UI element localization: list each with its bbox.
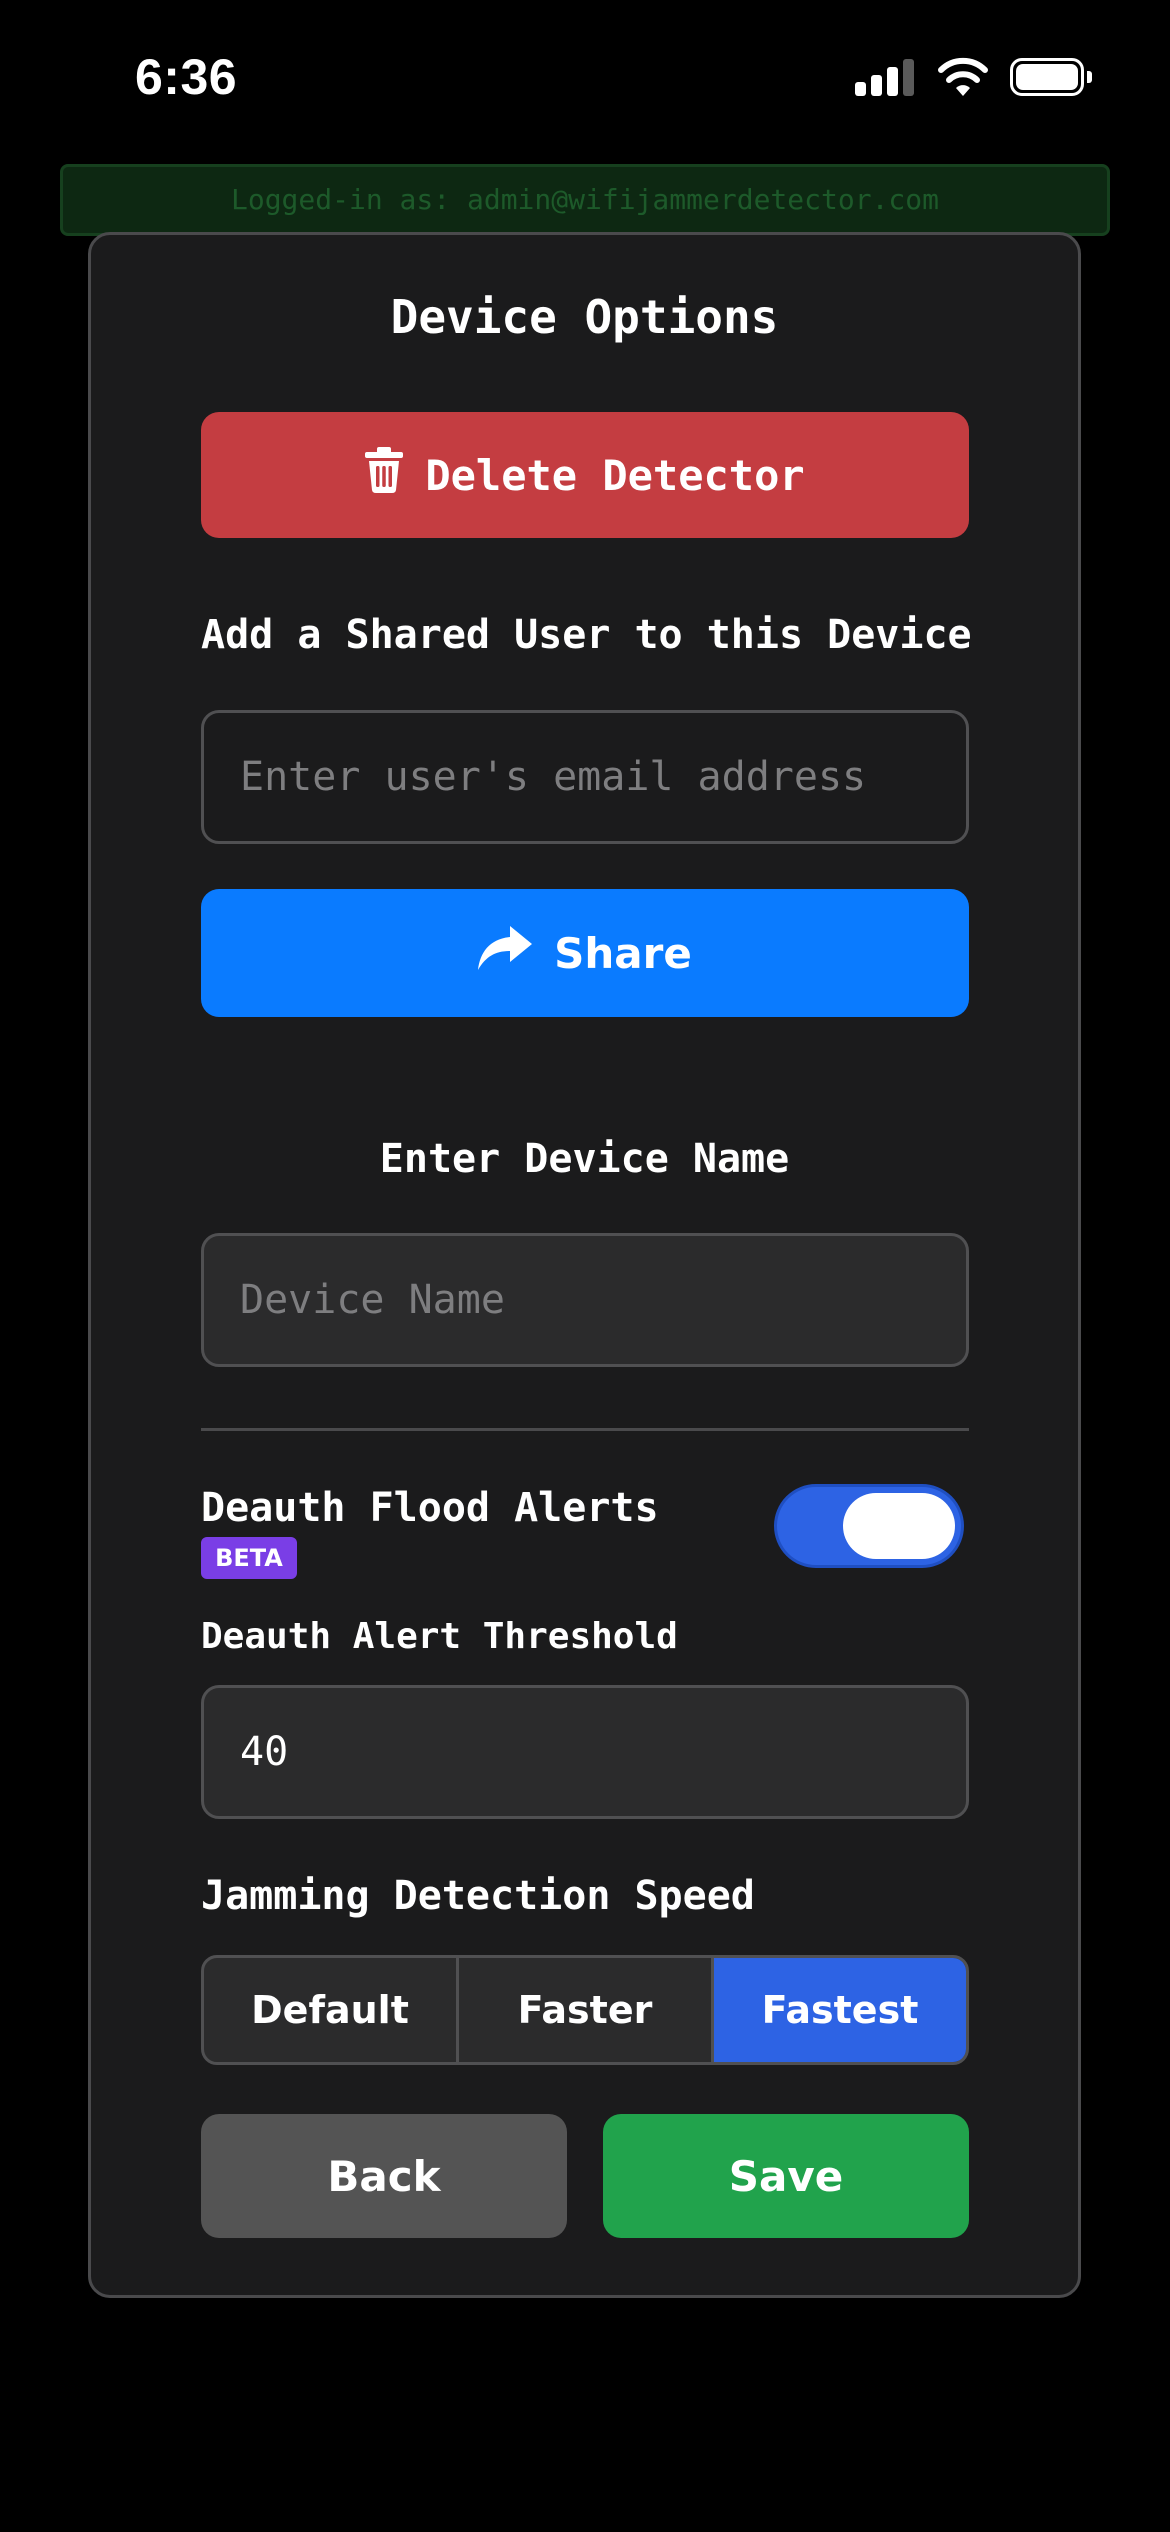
battery-icon [1010,58,1092,98]
save-button[interactable]: Save [603,2114,969,2238]
deauth-flood-alerts-label: Deauth Flood Alerts [201,1485,659,1531]
deauth-threshold-label: Deauth Alert Threshold [201,1616,678,1657]
wifi-icon [937,56,989,98]
speed-option-default[interactable]: Default [204,1958,459,2062]
delete-detector-button[interactable]: Delete Detector [201,412,969,538]
speed-option-faster[interactable]: Faster [459,1958,714,2062]
device-name-label: Enter Device Name [379,1136,790,1182]
deauth-alerts-toggle[interactable] [774,1484,964,1568]
section-divider [201,1428,969,1431]
status-time: 6:36 [135,49,238,105]
jamming-speed-label: Jamming Detection Speed [201,1873,755,1919]
toggle-knob [843,1493,955,1559]
share-arrow-icon [478,926,533,980]
cellular-signal-icon [855,58,915,96]
modal-title: Device Options [390,290,779,344]
share-label: Share [554,928,692,978]
device-name-input[interactable] [201,1233,969,1367]
trash-icon [365,447,404,503]
beta-badge: BETA [201,1537,297,1579]
deauth-threshold-input[interactable] [201,1685,969,1819]
back-button[interactable]: Back [201,2114,567,2238]
shared-user-email-input[interactable] [201,710,969,844]
delete-detector-label: Delete Detector [425,450,805,500]
logged-in-banner: Logged-in as: admin@wifijammerdetector.c… [60,164,1110,236]
share-button[interactable]: Share [201,889,969,1017]
speed-option-fastest[interactable]: Fastest [714,1958,966,2062]
shared-user-label: Add a Shared User to this Device [201,612,972,658]
jamming-speed-selector: Default Faster Fastest [201,1955,969,2065]
